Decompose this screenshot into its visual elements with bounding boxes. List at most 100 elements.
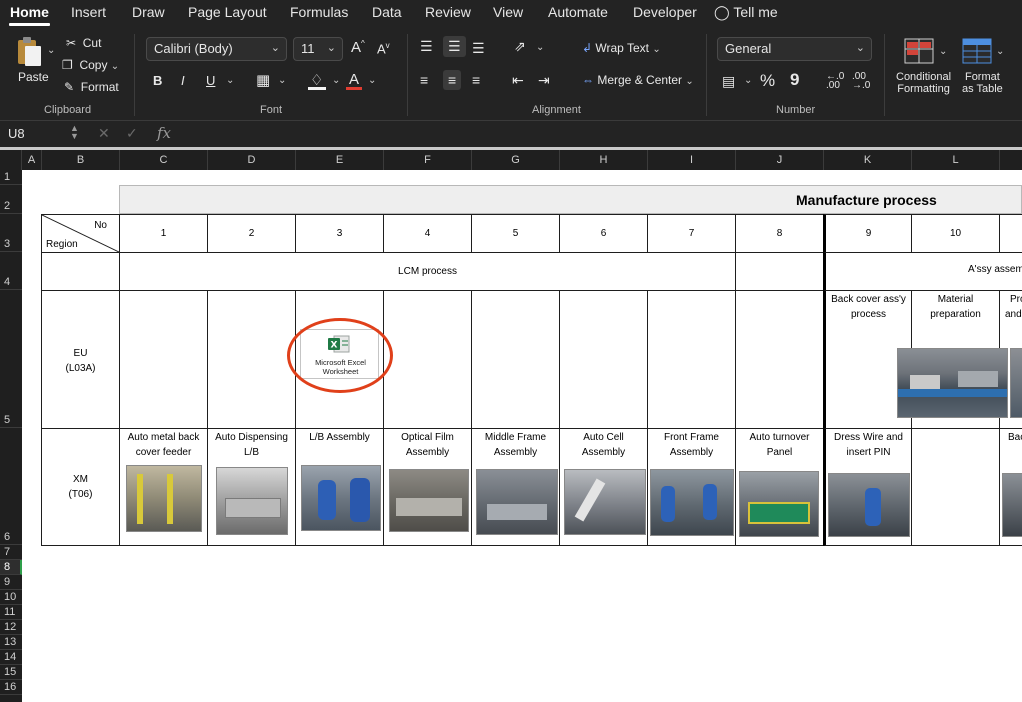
align-center-icon[interactable]: ≡ [443, 70, 462, 90]
lcm-process-cell[interactable]: LCM process [119, 252, 736, 291]
formula-input[interactable] [180, 124, 1022, 145]
empty-cell[interactable] [647, 290, 736, 429]
process-step-cell[interactable]: Optical Film Assembly [383, 428, 472, 546]
tab-view[interactable]: View [493, 4, 523, 20]
row-header-17[interactable] [0, 695, 22, 702]
number-format-select[interactable]: General ⌄ [717, 37, 872, 61]
orientation-dropdown-icon[interactable]: ⌄ [536, 42, 544, 53]
increase-indent-icon[interactable]: ⇥ [538, 72, 550, 89]
paste-dropdown-icon[interactable]: ⌄ [47, 45, 55, 56]
column-header-d[interactable]: D [208, 150, 296, 170]
font-color-dropdown-icon[interactable]: ⌄ [368, 75, 376, 86]
row-header-15[interactable]: 15 [0, 665, 22, 680]
row-header-4[interactable]: 4 [0, 252, 22, 290]
row-header-7[interactable]: 7 [0, 545, 22, 560]
row-header-11[interactable]: 11 [0, 605, 22, 620]
column-header-k[interactable]: K [824, 150, 912, 170]
align-bottom-icon[interactable]: ☰ [472, 40, 485, 57]
tell-me[interactable]: ◯ Tell me [714, 4, 778, 21]
tab-automate[interactable]: Automate [548, 4, 608, 20]
empty-cell[interactable] [119, 290, 208, 429]
tab-page-layout[interactable]: Page Layout [188, 4, 267, 20]
wrap-text-button[interactable]: ↲ Wrap Text ⌄ [582, 41, 661, 55]
row-header-9[interactable]: 9 [0, 575, 22, 590]
italic-button[interactable]: I [181, 73, 185, 88]
decrease-font-icon[interactable]: Av [377, 41, 390, 56]
percent-button[interactable]: % [760, 71, 775, 91]
conditional-dropdown-icon[interactable]: ⌄ [939, 46, 947, 57]
tab-draw[interactable]: Draw [132, 4, 165, 20]
row-header-2[interactable]: 2 [0, 185, 22, 214]
underline-dropdown-icon[interactable]: ⌄ [226, 75, 234, 86]
tab-data[interactable]: Data [372, 4, 402, 20]
paste-icon[interactable] [14, 36, 44, 66]
cancel-icon[interactable]: ✕ [98, 125, 110, 142]
row-header-8[interactable]: 8 [0, 560, 22, 575]
header-corner-cell[interactable]: No Region [41, 214, 120, 253]
process-step-cell[interactable]: Auto Dispensing L/B [207, 428, 296, 546]
empty-cell[interactable] [735, 252, 824, 291]
font-color-icon[interactable]: A [349, 71, 359, 88]
fill-color-dropdown-icon[interactable]: ⌄ [332, 75, 340, 86]
merge-center-button[interactable]: ⇔ Merge & Center ⌄ [582, 73, 694, 87]
process-step-cell[interactable]: Front Frame Assembly [647, 428, 736, 546]
process-step-cell[interactable]: Middle Frame Assembly [471, 428, 560, 546]
increase-decimal-icon[interactable]: ←.0.00 [826, 72, 844, 91]
row-header-14[interactable]: 14 [0, 650, 22, 665]
column-header-c[interactable]: C [120, 150, 208, 170]
step-number-cell[interactable]: 8 [735, 214, 824, 253]
step-number-cell[interactable]: 1 [119, 214, 208, 253]
format-painter-button[interactable]: ✎ Format [64, 80, 119, 94]
step-number-cell[interactable]: 2 [207, 214, 296, 253]
font-size-select[interactable]: 11 ⌄ [293, 37, 343, 61]
column-header-e[interactable]: E [296, 150, 384, 170]
name-box-stepper-icon[interactable]: ▲ ▼ [70, 124, 79, 141]
column-header-l[interactable]: L [912, 150, 1000, 170]
column-header-h[interactable]: H [560, 150, 648, 170]
empty-cell[interactable] [41, 252, 120, 291]
region-xm-cell[interactable]: XM (T06) [41, 428, 120, 546]
column-header-a[interactable]: A [22, 150, 42, 170]
tab-formulas[interactable]: Formulas [290, 4, 348, 20]
step-number-cell[interactable]: 6 [559, 214, 648, 253]
region-eu-cell[interactable]: EU (L03A) [41, 290, 120, 429]
align-middle-icon[interactable]: ☰ [443, 36, 466, 57]
process-step-cell[interactable]: Auto metal back cover feeder [119, 428, 208, 546]
accounting-dropdown-icon[interactable]: ⌄ [744, 75, 752, 86]
tab-developer[interactable]: Developer [633, 4, 697, 20]
decrease-decimal-icon[interactable]: .00 →.0 [852, 72, 870, 91]
empty-cell[interactable] [383, 290, 472, 429]
align-top-icon[interactable]: ☰ [420, 38, 433, 55]
column-header-f[interactable]: F [384, 150, 472, 170]
empty-cell[interactable] [911, 428, 1000, 546]
paste-button[interactable]: Paste [18, 70, 49, 84]
step-number-cell[interactable]: 7 [647, 214, 736, 253]
step-number-cell[interactable] [999, 214, 1022, 253]
format-as-table-icon[interactable] [962, 38, 992, 66]
tab-insert[interactable]: Insert [71, 4, 106, 20]
borders-icon[interactable]: ▦ [256, 71, 270, 89]
step-number-cell[interactable]: 9 [823, 214, 912, 253]
cut-button[interactable]: ✂ Cut [66, 36, 101, 50]
orientation-icon[interactable]: ⇗ [514, 38, 526, 55]
column-header-b[interactable]: B [42, 150, 120, 170]
function-icon[interactable]: fx [157, 124, 171, 142]
process-step-cell[interactable]: Bac [999, 428, 1022, 546]
decrease-indent-icon[interactable]: ⇤ [512, 72, 524, 89]
align-right-icon[interactable]: ≡ [472, 72, 480, 88]
row-header-5[interactable]: 5 [0, 290, 22, 428]
process-step-cell[interactable]: Auto Cell Assembly [559, 428, 648, 546]
bold-button[interactable]: B [153, 73, 162, 88]
step-number-cell[interactable]: 5 [471, 214, 560, 253]
empty-cell[interactable] [735, 290, 824, 429]
align-left-icon[interactable]: ≡ [420, 72, 428, 88]
empty-cell[interactable] [207, 290, 296, 429]
row-header-6[interactable]: 6 [0, 428, 22, 545]
confirm-icon[interactable]: ✓ [126, 125, 138, 142]
row-header-10[interactable]: 10 [0, 590, 22, 605]
process-step-cell[interactable]: Auto turnover Panel [735, 428, 824, 546]
step-number-cell[interactable]: 4 [383, 214, 472, 253]
row-header-13[interactable]: 13 [0, 635, 22, 650]
borders-dropdown-icon[interactable]: ⌄ [278, 75, 286, 86]
copy-button[interactable]: ❐ Copy ⌄ [62, 58, 119, 72]
